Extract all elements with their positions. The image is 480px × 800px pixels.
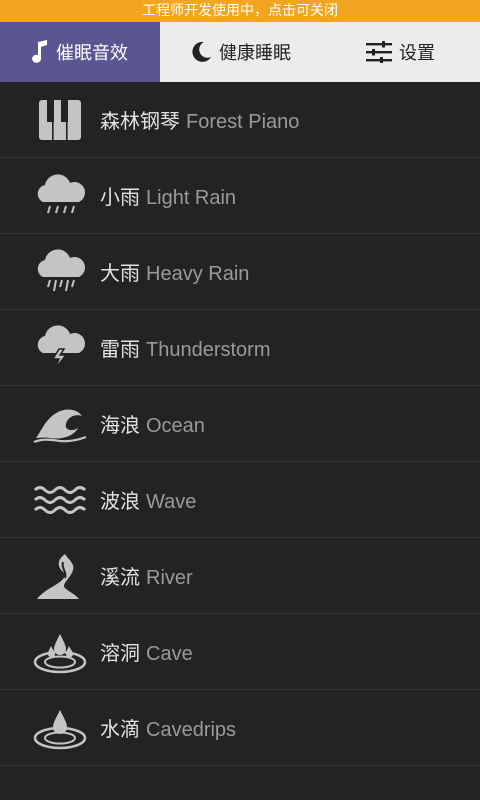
sound-name-en: Wave (146, 491, 197, 513)
tab-hypnosis-sounds[interactable]: 催眠音效 (0, 22, 160, 82)
tab-bar: 催眠音效 健康睡眠 设置 (0, 22, 480, 82)
sound-item-river[interactable]: 溪流 River (0, 538, 480, 614)
sound-item-light-rain[interactable]: 小雨 Light Rain (0, 158, 480, 234)
sound-name-en: Cavedrips (146, 719, 237, 741)
sound-name-zh: 小雨 (100, 185, 140, 209)
cave-icon (30, 629, 90, 675)
sound-name-en: Forest Piano (186, 111, 300, 133)
sound-name-en: Heavy Rain (146, 263, 250, 285)
sound-item-heavy-rain[interactable]: 大雨 Heavy Rain (0, 234, 480, 310)
sound-name-zh: 波浪 (100, 489, 140, 513)
sound-item-ocean[interactable]: 海浪 Ocean (0, 386, 480, 462)
tab-settings[interactable]: 设置 (320, 22, 480, 82)
river-icon (30, 553, 90, 599)
water-drop-icon (30, 705, 90, 751)
piano-icon (30, 97, 90, 143)
tab-label: 催眠音效 (56, 43, 128, 64)
sound-name-zh: 森林钢琴 (100, 109, 180, 133)
tab-healthy-sleep[interactable]: 健康睡眠 (160, 22, 320, 82)
light-rain-icon (30, 173, 90, 219)
sound-list: 森林钢琴 Forest Piano 小雨 Light Rain 大雨 Heavy… (0, 82, 480, 766)
sound-item-wave[interactable]: 波浪 Wave (0, 462, 480, 538)
developer-banner[interactable]: 工程师开发使用中，点击可关闭 (0, 0, 480, 22)
sound-name-en: River (146, 567, 193, 589)
sound-item-cave[interactable]: 溶洞 Cave (0, 614, 480, 690)
wave-icon (30, 477, 90, 523)
sliders-icon (365, 41, 393, 63)
sound-name-zh: 大雨 (100, 261, 140, 285)
sound-name-en: Cave (146, 643, 193, 665)
sound-item-cavedrips[interactable]: 水滴 Cavedrips (0, 690, 480, 766)
sound-name-en: Thunderstorm (146, 339, 271, 361)
sound-name-en: Ocean (146, 415, 205, 437)
thunderstorm-icon (30, 324, 90, 371)
sound-name-en: Light Rain (146, 187, 237, 209)
sound-name-zh: 雷雨 (100, 337, 140, 361)
sound-item-forest-piano[interactable]: 森林钢琴 Forest Piano (0, 82, 480, 158)
sound-name-zh: 溶洞 (100, 641, 140, 665)
ocean-icon (30, 401, 90, 447)
sound-name-zh: 水滴 (100, 717, 140, 741)
tab-label: 设置 (399, 43, 435, 64)
tab-label: 健康睡眠 (219, 43, 291, 64)
moon-icon (189, 40, 213, 64)
sound-name-zh: 溪流 (100, 565, 140, 589)
sound-item-thunderstorm[interactable]: 雷雨 Thunderstorm (0, 310, 480, 386)
sound-name-zh: 海浪 (100, 413, 140, 437)
music-note-icon (32, 40, 50, 64)
heavy-rain-icon (30, 248, 90, 295)
